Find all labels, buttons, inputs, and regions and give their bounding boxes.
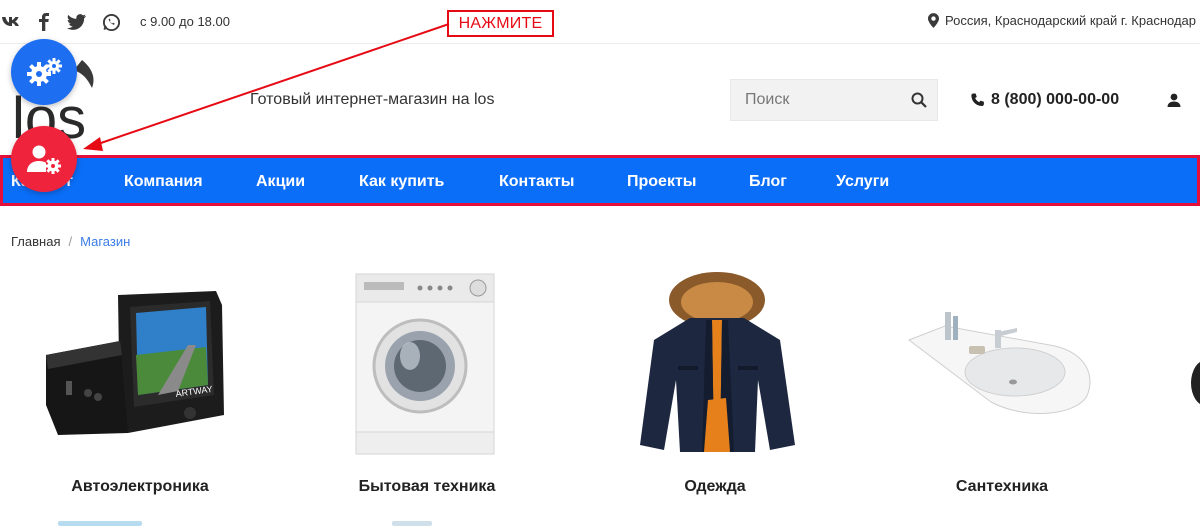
user-settings-fab-button[interactable] [11,126,77,192]
vk-icon[interactable] [0,12,22,32]
twitter-icon[interactable] [66,12,88,32]
category-title[interactable]: Бытовая техника [346,478,508,496]
top-bar: с 9.00 до 18.00 Россия, Краснодарский кр… [0,0,1200,44]
nav-item-services[interactable]: Услуги [836,173,889,191]
breadcrumb-current[interactable]: Магазин [80,234,130,249]
breadcrumb-separator: / [68,234,73,249]
callout-arrow [83,23,450,151]
category-title[interactable]: Сантехника [940,478,1064,496]
search-icon[interactable] [911,92,927,108]
nav-item-promotions[interactable]: Акции [256,173,305,191]
category-title[interactable]: Автоэлектроника [60,478,220,496]
nav-item-company[interactable]: Компания [124,173,203,191]
next-row-image-stub [392,521,432,526]
nav-item-contacts[interactable]: Контакты [499,173,574,191]
settings-fab-button[interactable] [11,39,77,105]
category-image-plumbing[interactable] [905,310,1095,420]
location[interactable]: Россия, Краснодарский край г. Краснодар [928,13,1196,28]
location-text: Россия, Краснодарский край г. Краснодар [945,13,1196,28]
main-navigation: Каталог Компания Акции Как купить Контак… [0,155,1200,206]
user-account-icon[interactable] [1167,93,1181,107]
phone-number: 8 (800) 000-00-00 [991,91,1120,108]
category-image-appliances[interactable] [354,272,499,457]
facebook-icon[interactable] [33,12,55,32]
next-row-image-stub [58,521,142,526]
phone-link[interactable]: 8 (800) 000-00-00 [970,91,1119,109]
nav-item-how-to-buy[interactable]: Как купить [359,173,444,191]
search-input[interactable] [731,80,901,120]
user-gear-icon [27,145,61,174]
scroll-right-button[interactable] [1191,360,1200,406]
category-image-car-electronics[interactable]: ARTWAY [38,285,238,445]
nav-item-blog[interactable]: Блог [749,173,787,191]
whatsapp-icon[interactable] [100,12,122,32]
click-here-callout: НАЖМИТЕ [447,10,554,37]
site-tagline: Готовый интернет-магазин на los [250,91,495,108]
category-image-clothing[interactable] [630,270,805,460]
breadcrumb: Главная / Магазин [11,234,130,249]
map-pin-icon [928,13,940,28]
phone-icon [971,92,984,106]
search-box [730,79,938,121]
breadcrumb-home[interactable]: Главная [11,234,60,249]
gears-icon [27,58,62,86]
category-title[interactable]: Одежда [660,478,770,496]
working-hours: с 9.00 до 18.00 [140,14,230,29]
nav-item-projects[interactable]: Проекты [627,173,696,191]
